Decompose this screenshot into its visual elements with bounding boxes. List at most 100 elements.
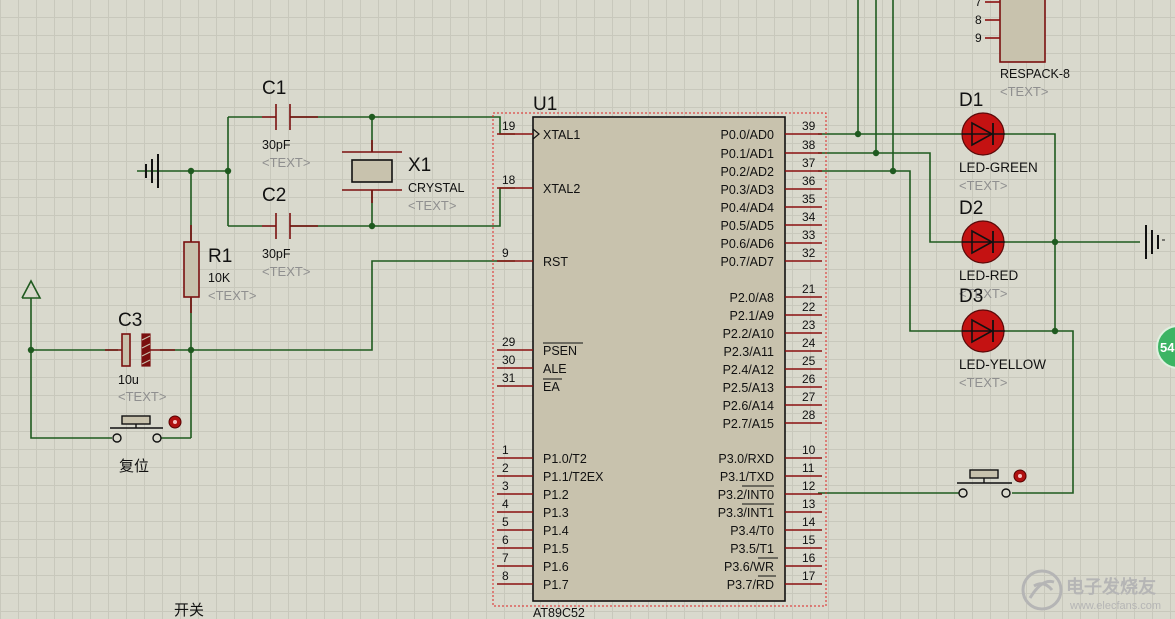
power-arrow-icon [21,279,42,299]
u1-pin-number: 5 [502,515,509,529]
u1-pin-number: 12 [802,479,816,493]
u1-pin-name: P0.6/AD6 [720,237,774,251]
crystal-x1[interactable]: X1 CRYSTAL <TEXT> [342,140,465,213]
x1-text: <TEXT> [408,198,456,213]
u1-pin-number: 10 [802,443,816,457]
respack-pin-7: 7 [975,0,982,9]
u1-pin-number: 29 [502,335,516,349]
u1-pin-number: 16 [802,551,816,565]
respack-text: <TEXT> [1000,84,1048,99]
u1-pin-number: 26 [802,372,816,386]
d1-value: LED-GREEN [959,160,1038,175]
r1-value: 10K [208,271,231,285]
u1-pin-name: XTAL1 [543,128,580,142]
c1-value: 30pF [262,138,291,152]
d3-ref: D3 [959,286,983,307]
u1-pin-name: P3.7/RD [727,578,774,592]
ground-right-icon [1145,225,1165,259]
u1-pin-name: RST [543,255,568,269]
u1-pin-name: P3.5/T1 [730,542,774,556]
u1-pin-number: 38 [802,138,816,152]
u1-pin-number: 2 [502,461,509,475]
respack-part: RESPACK-8 [1000,67,1070,81]
u1-pin-name: P0.5/AD5 [720,219,774,233]
u1-pin-number: 4 [502,497,509,511]
schematic[interactable]: C1 30pF <TEXT> C2 30pF <TEXT> X1 CRYSTAL… [0,0,1175,619]
u1-pin-name: P2.7/A15 [723,417,774,431]
u1-pin-name: P3.3/INT1 [718,506,774,520]
chip-u1[interactable]: U1 AT89C52 19XTAL118XTAL29RST29PSEN30ALE… [492,94,827,619]
u1-pin-name: P0.4/AD4 [720,201,774,215]
capacitor-c1[interactable]: C1 30pF <TEXT> [262,78,318,170]
side-badge[interactable]: 54 [1156,325,1175,369]
u1-pin-name: P2.5/A13 [723,381,774,395]
c2-text: <TEXT> [262,264,310,279]
u1-pin-number: 28 [802,408,816,422]
u1-pin-number: 9 [502,246,509,260]
u1-pin-number: 19 [502,119,516,133]
d1-text: <TEXT> [959,178,1007,193]
d2-value: LED-RED [959,268,1019,283]
u1-pin-name: XTAL2 [543,182,580,196]
u1-pin-number: 35 [802,192,816,206]
c2-value: 30pF [262,247,291,261]
u1-pin-name: P2.4/A12 [723,363,774,377]
u1-pin-name: P1.2 [543,488,569,502]
resistor-r1[interactable]: R1 10K <TEXT> [183,225,256,313]
d1-ref: D1 [959,90,983,111]
u1-pin-number: 11 [802,461,815,475]
reset-switch[interactable]: 复位 [110,415,182,475]
u1-pin-name: P0.7/AD7 [720,255,774,269]
u1-pin-number: 14 [802,515,816,529]
capacitor-c3[interactable]: C3 10u <TEXT> [105,310,175,404]
u1-pin-name: PSEN [543,344,577,358]
u1-pin-name: EA [543,380,560,394]
u1-pin-name: P2.3/A11 [723,345,774,359]
u1-part: AT89C52 [533,606,585,619]
respack-8[interactable]: 7 8 9 RESPACK-8 <TEXT> [975,0,1070,99]
u1-pin-name: P1.5 [543,542,569,556]
u1-pin-number: 36 [802,174,816,188]
d2-ref: D2 [959,198,983,219]
x1-value: CRYSTAL [408,181,465,195]
reset-label: 复位 [119,457,149,475]
u1-pin-name: P2.0/A8 [730,291,775,305]
led-d3[interactable]: D3 LED-YELLOW <TEXT> [959,286,1046,390]
led-d1[interactable]: D1 LED-GREEN <TEXT> [959,90,1038,193]
u1-pin-name: P3.0/RXD [718,452,774,466]
c2-ref: C2 [262,185,286,206]
u1-pin-name: P1.4 [543,524,569,538]
u1-pin-number: 39 [802,119,816,133]
watermark: 电子发烧友 www.elecfans.com [1021,569,1161,612]
u1-pin-name: P3.1/TXD [720,470,774,484]
u1-pin-name: P1.7 [543,578,569,592]
d3-text: <TEXT> [959,375,1007,390]
u1-pin-number: 33 [802,228,816,242]
u1-pin-number: 6 [502,533,509,547]
u1-pin-number: 23 [802,318,816,332]
u1-pin-number: 27 [802,390,816,404]
u1-pin-name: P2.2/A10 [723,327,774,341]
u1-pin-name: P0.3/AD3 [720,183,774,197]
r1-text: <TEXT> [208,288,256,303]
u1-pin-name: ALE [543,362,567,376]
u1-pin-number: 15 [802,533,816,547]
capacitor-c2[interactable]: C2 30pF <TEXT> [262,185,318,279]
c3-text: <TEXT> [118,389,166,404]
u1-pin-number: 22 [802,300,816,314]
u1-pin-number: 37 [802,156,816,170]
u1-pin-number: 25 [802,354,816,368]
u1-pin-name: P2.1/A9 [730,309,775,323]
u1-pin-name: P1.3 [543,506,569,520]
u1-pin-number: 30 [502,353,516,367]
u1-pin-number: 24 [802,336,816,350]
c1-text: <TEXT> [262,155,310,170]
x1-ref: X1 [408,155,431,176]
u1-pin-name: P3.4/T0 [730,524,774,538]
u1-pin-number: 1 [502,443,509,457]
u1-pin-name: P0.0/AD0 [720,128,774,142]
u1-pin-number: 21 [802,282,816,296]
u1-pin-name: P1.6 [543,560,569,574]
u1-pin-number: 31 [502,371,516,385]
u1-ref: U1 [533,94,557,115]
